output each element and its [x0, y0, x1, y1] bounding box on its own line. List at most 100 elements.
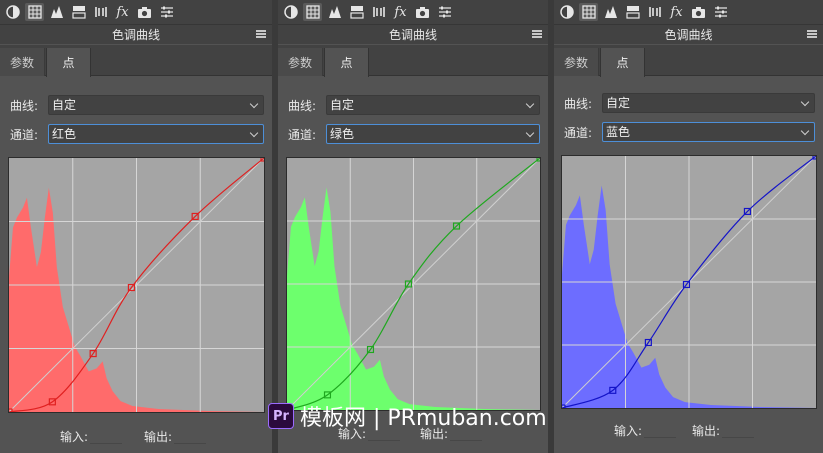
tab-parametric[interactable]: 参数: [0, 48, 45, 76]
curve-plot[interactable]: [562, 156, 816, 408]
curve-graph[interactable]: [286, 157, 541, 411]
input-label: 输入:: [60, 429, 89, 444]
curve-plot[interactable]: [287, 158, 540, 410]
camera-icon[interactable]: [135, 3, 154, 21]
curve-preset-row: 曲线: 自定: [10, 95, 264, 115]
input-field-group: 输入:: [60, 428, 123, 444]
output-field-group: 输出:: [692, 422, 755, 438]
watermark: Pr 模板网 | PRmuban.com: [268, 401, 547, 431]
curve-preset-value: 自定: [330, 98, 355, 112]
curve-label: 曲线:: [10, 98, 39, 113]
levels-icon[interactable]: [325, 3, 344, 21]
channel-row: 通道: 蓝色: [564, 122, 815, 142]
curve-preset-value: 自定: [52, 98, 77, 112]
chevron-down-icon: [800, 126, 810, 136]
tab-bar: 参数 点: [278, 45, 548, 77]
curve-preset-value: 自定: [606, 96, 631, 110]
panel-menu-icon[interactable]: [532, 30, 542, 38]
sliders-icon[interactable]: [711, 3, 730, 21]
curves-grid-icon[interactable]: [25, 3, 44, 21]
fx-icon[interactable]: fx: [667, 3, 686, 21]
channel-select[interactable]: 蓝色: [602, 122, 815, 142]
tone-curve-panel-blue: fx 色调曲线 参数 点 曲线: 自定 通道: 蓝色 输入: 输出:: [554, 0, 823, 453]
channel-value: 红色: [52, 127, 77, 141]
premiere-logo: Pr: [268, 403, 294, 429]
curve-plot[interactable]: [9, 158, 264, 412]
chevron-down-icon: [249, 99, 259, 109]
brightness-contrast-icon[interactable]: [281, 3, 300, 21]
panel-title: 色调曲线: [554, 24, 823, 44]
exposure-icon[interactable]: [347, 3, 366, 21]
panel-title: 色调曲线: [0, 24, 272, 44]
output-label: 输出:: [692, 423, 721, 438]
fx-icon[interactable]: fx: [391, 3, 410, 21]
channel-select[interactable]: 红色: [48, 124, 264, 144]
brightness-contrast-icon[interactable]: [557, 3, 576, 21]
levels-icon[interactable]: [601, 3, 620, 21]
camera-icon[interactable]: [413, 3, 432, 21]
tab-bar: 参数 点: [0, 45, 272, 77]
tone-curve-panel-red: fx 色调曲线 参数 点 曲线: 自定 通道: 红色 输入: 输出:: [0, 0, 272, 453]
curves-grid-icon[interactable]: [303, 3, 322, 21]
panel-title: 色调曲线: [278, 24, 548, 44]
input-label: 输入:: [614, 423, 643, 438]
tone-curve-panel-green: fx 色调曲线 参数 点 曲线: 自定 通道: 绿色 输入: 输出:: [278, 0, 548, 453]
input-field[interactable]: [90, 428, 123, 444]
output-label: 输出:: [144, 429, 173, 444]
exposure-icon[interactable]: [623, 3, 642, 21]
curves-grid-icon[interactable]: [579, 3, 598, 21]
curves-comparison: fx 色调曲线 参数 点 曲线: 自定 通道: 红色 输入: 输出: fx 色调…: [0, 0, 823, 453]
chevron-down-icon: [249, 128, 259, 138]
curve-label: 曲线:: [288, 98, 317, 113]
input-field-group: 输入:: [614, 422, 677, 438]
input-field[interactable]: [644, 422, 677, 438]
camera-icon[interactable]: [689, 3, 708, 21]
watermark-text: 模板网 | PRmuban.com: [300, 406, 547, 431]
sliders-icon[interactable]: [435, 3, 454, 21]
curve-graph[interactable]: [8, 157, 265, 413]
curve-preset-select[interactable]: 自定: [48, 95, 264, 115]
exposure-icon[interactable]: [69, 3, 88, 21]
brightness-contrast-icon[interactable]: [3, 3, 22, 21]
curve-preset-select[interactable]: 自定: [326, 95, 540, 115]
chevron-down-icon: [525, 99, 535, 109]
curve-preset-row: 曲线: 自定: [564, 93, 815, 113]
channel-label: 通道:: [564, 125, 593, 140]
tab-parametric[interactable]: 参数: [554, 48, 599, 76]
output-field[interactable]: [174, 428, 207, 444]
chevron-down-icon: [525, 128, 535, 138]
fx-icon[interactable]: fx: [113, 3, 132, 21]
sliders-icon[interactable]: [157, 3, 176, 21]
panel-toolbar: fx: [0, 0, 272, 24]
output-field[interactable]: [722, 422, 755, 438]
curve-preset-row: 曲线: 自定: [288, 95, 540, 115]
panel-title-text: 色调曲线: [388, 28, 437, 42]
panel-toolbar: fx: [278, 0, 548, 24]
panel-title-text: 色调曲线: [111, 28, 160, 42]
tab-parametric[interactable]: 参数: [278, 48, 323, 76]
panel-title-text: 色调曲线: [664, 28, 713, 42]
panel-menu-icon[interactable]: [256, 30, 266, 38]
channel-row: 通道: 绿色: [288, 124, 540, 144]
output-field-group: 输出:: [144, 428, 207, 444]
channel-value: 蓝色: [606, 125, 631, 139]
channel-value: 绿色: [330, 127, 355, 141]
curve-graph[interactable]: [561, 155, 817, 409]
channel-select[interactable]: 绿色: [326, 124, 540, 144]
panel-menu-icon[interactable]: [807, 30, 817, 38]
split-icon[interactable]: [91, 3, 110, 21]
curve-label: 曲线:: [564, 96, 593, 111]
chevron-down-icon: [800, 97, 810, 107]
tab-point[interactable]: 点: [46, 48, 91, 77]
tab-bar: 参数 点: [554, 45, 823, 77]
levels-icon[interactable]: [47, 3, 66, 21]
tab-point[interactable]: 点: [324, 48, 369, 77]
channel-label: 通道:: [10, 127, 39, 142]
channel-row: 通道: 红色: [10, 124, 264, 144]
split-icon[interactable]: [369, 3, 388, 21]
channel-label: 通道:: [288, 127, 317, 142]
curve-preset-select[interactable]: 自定: [602, 93, 815, 113]
split-icon[interactable]: [645, 3, 664, 21]
tab-point[interactable]: 点: [600, 48, 645, 77]
panel-toolbar: fx: [554, 0, 823, 24]
